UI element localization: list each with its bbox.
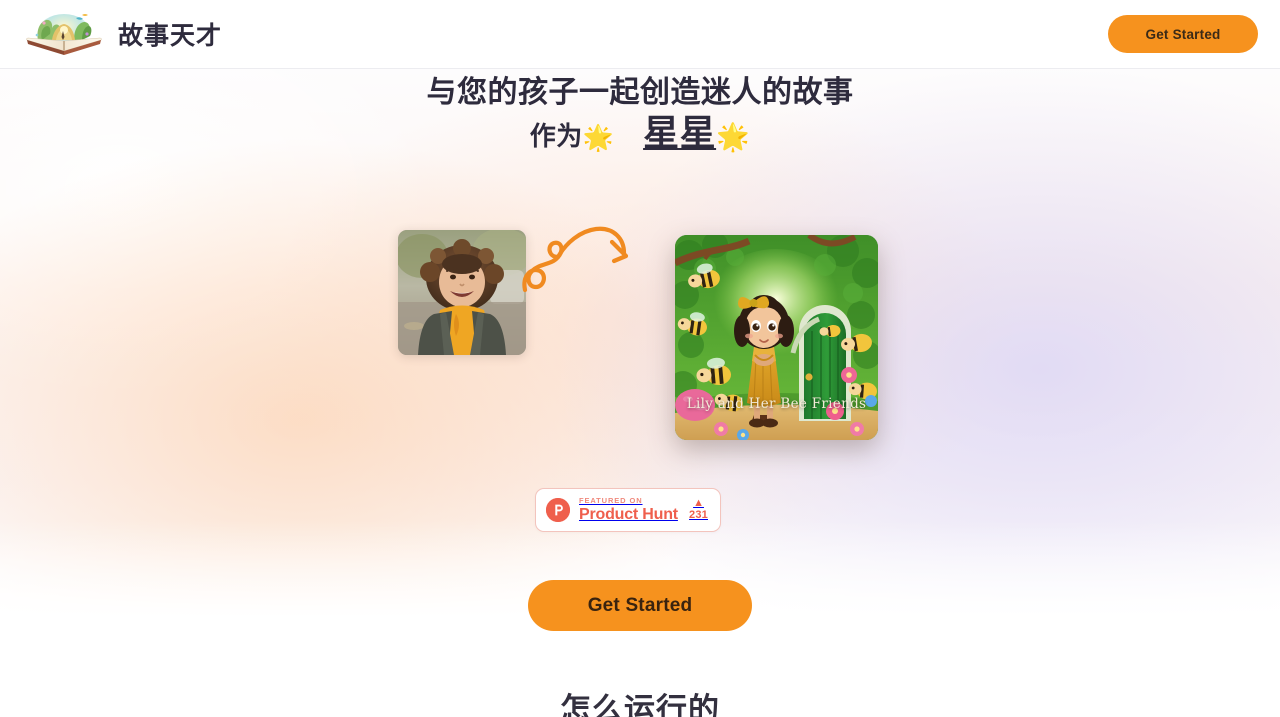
- product-hunt-badge[interactable]: FEATURED ON Product Hunt ▲ 231: [535, 488, 721, 532]
- child-photo: [398, 230, 526, 355]
- brand-name: 故事天才: [118, 21, 223, 50]
- brand[interactable]: 故事天才: [22, 10, 222, 58]
- headline-line-1: 与您的孩子一起创造迷人的故事: [426, 75, 854, 110]
- page-title: 与您的孩子一起创造迷人的故事 作为🌟 星星🌟: [0, 74, 1280, 160]
- headline-prefix: 作为: [529, 122, 583, 152]
- headline-emphasis: 星星: [643, 113, 717, 154]
- open-storybook-logo-icon: [22, 10, 106, 58]
- product-hunt-votes: ▲ 231: [689, 498, 708, 522]
- featured-on-label: FEATURED ON: [579, 496, 643, 505]
- header-get-started-button[interactable]: Get Started: [1108, 15, 1258, 53]
- hero-get-started-button[interactable]: Get Started: [528, 580, 752, 631]
- site-header: 故事天才 Get Started: [0, 0, 1280, 69]
- star-emoji-left: 🌟: [582, 123, 615, 152]
- product-hunt-name: Product Hunt: [579, 506, 678, 523]
- product-hunt-icon: [546, 498, 570, 522]
- upvote-count: 231: [689, 509, 708, 521]
- curly-arrow-icon: [518, 195, 658, 305]
- landing-page: 故事天才 Get Started 与您的孩子一起创造迷人的故事 作为🌟 星星🌟: [0, 0, 1280, 717]
- headline-line-2: 作为🌟 星星🌟: [0, 112, 1280, 160]
- hero-media-row: Lily and Her Bee Friends: [0, 225, 1280, 455]
- storybook-cover: Lily and Her Bee Friends: [675, 235, 878, 440]
- product-hunt-text: FEATURED ON Product Hunt: [579, 496, 689, 524]
- star-emoji-right: 🌟: [716, 122, 751, 153]
- how-it-works-section: 怎么运行的: [0, 640, 1280, 717]
- upvote-caret-icon: ▲: [693, 497, 704, 509]
- how-it-works-title: 怎么运行的: [560, 692, 720, 717]
